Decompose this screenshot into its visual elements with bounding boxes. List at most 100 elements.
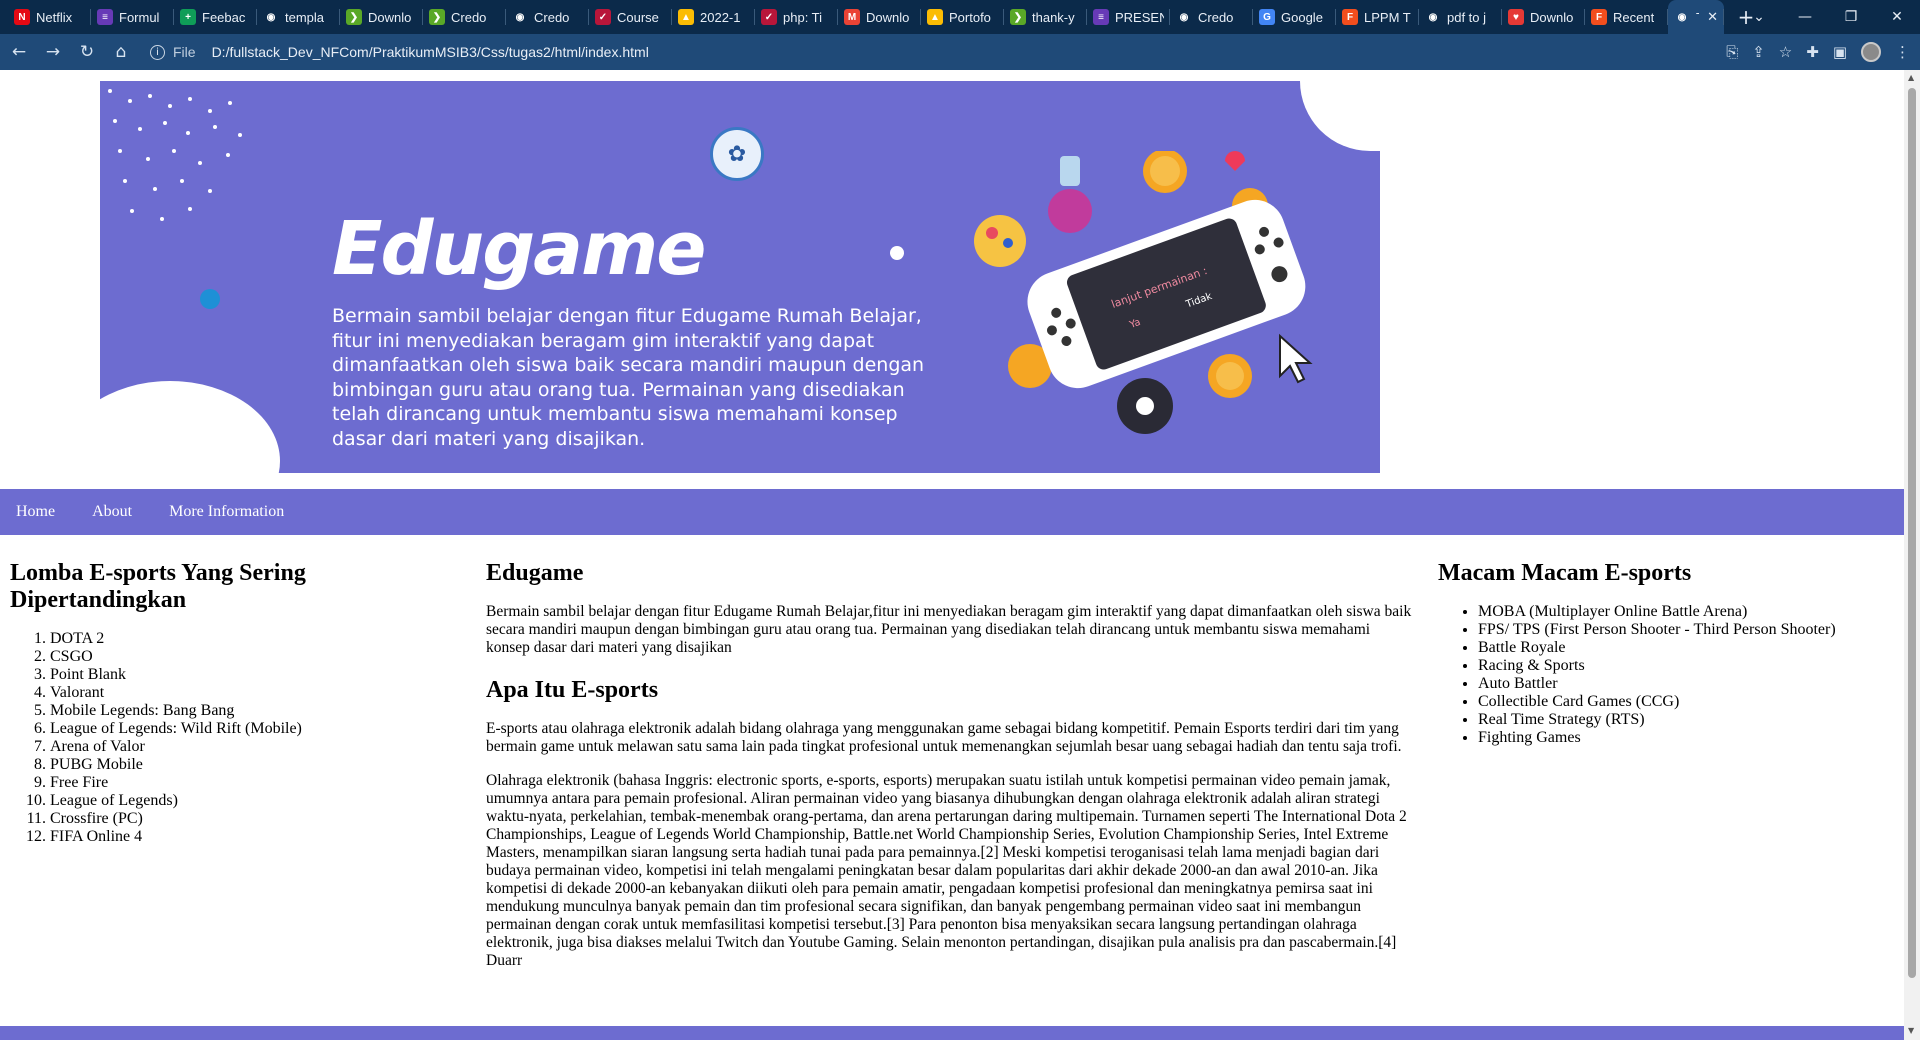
translate-icon: G — [1259, 9, 1275, 25]
figma-icon: F — [1342, 9, 1358, 25]
nav-home[interactable]: Home — [16, 503, 55, 521]
banner-title: Edugame — [332, 206, 706, 292]
tab-label: Google — [1281, 9, 1323, 25]
drive-icon: ▲ — [678, 9, 694, 25]
right-heading: Macam Macam E-sports — [1438, 560, 1692, 586]
leaf-icon: ❯ — [1010, 9, 1026, 25]
back-icon[interactable]: ← — [4, 37, 34, 67]
banner-description: Bermain sambil belajar dengan fitur Edug… — [332, 305, 925, 450]
tab-label: php: Ti — [783, 9, 823, 25]
site-info-icon[interactable]: i — [150, 44, 165, 60]
nav-about[interactable]: About — [92, 503, 132, 521]
game-console-illustration: lanjut permainan : Ya Tidak — [974, 151, 1313, 434]
home-icon[interactable]: ⌂ — [106, 37, 136, 67]
tab-label: templa — [285, 9, 325, 25]
tab[interactable]: + Feebac — [174, 0, 257, 34]
extensions-icon[interactable]: ✚ — [1806, 43, 1819, 61]
tab[interactable]: G Google — [1253, 0, 1336, 34]
tab[interactable]: N Netflix — [8, 0, 91, 34]
esports-genre-list: MOBA (Multiplayer Online Battle Arena)FP… — [1438, 603, 1898, 747]
tab-label: Downlo — [1530, 9, 1574, 25]
scroll-down-icon[interactable]: ▼ — [1908, 1026, 1914, 1035]
translate-icon[interactable]: ⎘ — [1726, 43, 1738, 61]
share-icon[interactable]: ⇪ — [1752, 43, 1765, 61]
hero-banner: ✿ Edugame Bermain sambil belajar dengan … — [100, 81, 1380, 473]
tab-active[interactable]: ◉ Tug ✕ — [1668, 0, 1724, 34]
tab[interactable]: F Recent — [1585, 0, 1668, 34]
tab-label: Course — [617, 9, 659, 25]
course-icon: ✓ — [595, 9, 611, 25]
browser-toolbar: ← → ↻ ⌂ i File D:/fullstack_Dev_NFCom/Pr… — [0, 34, 1920, 70]
tab-label: Downlo — [866, 9, 910, 25]
nav-more-information[interactable]: More Information — [169, 503, 284, 521]
banner-blob-shape — [100, 381, 280, 473]
tab-strip: N Netflix ≡ Formul + Feebac ◉ templa ❯ Downlo ❯ Cre… — [0, 0, 1920, 34]
tab-close-icon[interactable]: ✕ — [1707, 9, 1718, 25]
tab[interactable]: ♥ Downlo — [1502, 0, 1585, 34]
competition-list-item: Valorant — [50, 684, 450, 702]
tab[interactable]: ◉ templa — [257, 0, 340, 34]
sheets-icon: + — [180, 9, 196, 25]
tab-label: Recent — [1613, 9, 1655, 25]
address-scheme: File — [173, 44, 196, 60]
competition-list-item: Free Fire — [50, 774, 450, 792]
globe-icon: ◉ — [1428, 11, 1438, 23]
competition-list-item: CSGO — [50, 648, 450, 666]
tab[interactable]: ✓ php: Ti — [755, 0, 838, 34]
scrollbar-thumb[interactable] — [1908, 88, 1916, 978]
close-window-icon[interactable]: ✕ — [1874, 0, 1920, 34]
forward-icon[interactable]: → — [38, 37, 68, 67]
reload-icon[interactable]: ↻ — [72, 37, 102, 67]
ministry-logo: ✿ — [710, 127, 764, 181]
genre-list-item: Collectible Card Games (CCG) — [1478, 693, 1898, 711]
tab[interactable]: ◉ Credo — [506, 0, 589, 34]
tab[interactable]: ≡ PRESEN — [1087, 0, 1170, 34]
tab[interactable]: ❯ Credo — [423, 0, 506, 34]
profile-avatar[interactable] — [1861, 42, 1881, 62]
tab[interactable]: ◉ pdf to j — [1419, 0, 1502, 34]
genre-list-item: Racing & Sports — [1478, 657, 1898, 675]
esports-heading: Apa Itu E-sports — [486, 677, 659, 703]
tab-label: 2022-1 — [700, 9, 741, 25]
forms-icon: ≡ — [1093, 9, 1109, 25]
tab[interactable]: ❯ Downlo — [340, 0, 423, 34]
course-icon: ✓ — [761, 9, 777, 25]
tab-label: thank-y — [1032, 9, 1075, 25]
tab-search-chevron-icon[interactable]: ⌄ — [1736, 0, 1782, 34]
competition-list-item: Point Blank — [50, 666, 450, 684]
tab[interactable]: M Downlo — [838, 0, 921, 34]
minimize-icon[interactable]: — — [1782, 0, 1828, 34]
right-column: Macam Macam E-sports MOBA (Multiplayer O… — [1438, 560, 1898, 747]
address-bar[interactable]: i File D:/fullstack_Dev_NFCom/PraktikumM… — [150, 38, 1670, 66]
globe-icon: ◉ — [1179, 11, 1189, 23]
menu-icon[interactable]: ⋮ — [1895, 43, 1910, 61]
tab[interactable]: ≡ Formul — [91, 0, 174, 34]
competition-list-item: FIFA Online 4 — [50, 828, 450, 846]
tab[interactable]: ❯ thank-y — [1004, 0, 1087, 34]
address-url[interactable]: D:/fullstack_Dev_NFCom/PraktikumMSIB3/Cs… — [212, 44, 649, 60]
tab-label: Formul — [119, 9, 160, 25]
competition-list-item: Mobile Legends: Bang Bang — [50, 702, 450, 720]
tab[interactable]: ▲ Portofo — [921, 0, 1004, 34]
left-heading: Lomba E-sports Yang Sering Dipertandingk… — [10, 560, 306, 613]
tab[interactable]: ▲ 2022-1 — [672, 0, 755, 34]
edugame-paragraph: Bermain sambil belajar dengan fitur Edug… — [486, 603, 1412, 656]
tab-label: Netflix — [36, 9, 73, 25]
tab[interactable]: F LPPM T — [1336, 0, 1419, 34]
competition-list-item: Crossfire (PC) — [50, 810, 450, 828]
genre-list-item: Real Time Strategy (RTS) — [1478, 711, 1898, 729]
tab-label: Portofo — [949, 9, 991, 25]
tab[interactable]: ✓ Course — [589, 0, 672, 34]
bookmark-star-icon[interactable]: ☆ — [1779, 43, 1792, 61]
scroll-up-icon[interactable]: ▲ — [1908, 73, 1914, 82]
page-scrollbar[interactable]: ▲ ▼ — [1904, 70, 1920, 1040]
restore-icon[interactable]: ❐ — [1828, 0, 1874, 34]
edugame-heading: Edugame — [486, 560, 584, 586]
tab[interactable]: ◉ Credo — [1170, 0, 1253, 34]
competition-list-item: DOTA 2 — [50, 630, 450, 648]
side-panel-icon[interactable]: ▣ — [1833, 43, 1847, 61]
esports-paragraph-2: Olahraga elektronik (bahasa Inggris: ele… — [486, 772, 1407, 969]
globe-icon: ◉ — [1677, 11, 1687, 23]
globe-icon: ◉ — [515, 11, 525, 23]
competition-list-item: League of Legends: Wild Rift (Mobile) — [50, 720, 450, 738]
